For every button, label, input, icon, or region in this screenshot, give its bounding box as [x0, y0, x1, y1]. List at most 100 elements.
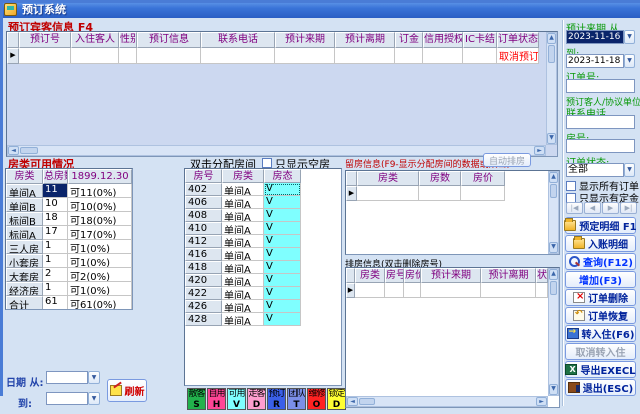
cell: 单间A [222, 300, 264, 313]
arranged-grid-hscrollbar[interactable]: ◄ ► [346, 396, 548, 407]
assign-row[interactable]: 406 单间A V [185, 196, 341, 209]
assign-row[interactable]: 416 单间A V [185, 248, 341, 261]
assign-row[interactable]: 426 单间A V [185, 300, 341, 313]
availability-row[interactable]: 三人房 1 可1(0%) [6, 240, 132, 254]
cell: 可1(0%) [68, 240, 132, 254]
add-label: 增加(F3) [579, 272, 622, 287]
availability-row[interactable]: 经济房 1 可1(0%) [6, 282, 132, 296]
hold-row[interactable] [346, 186, 559, 201]
cell [404, 283, 421, 298]
order-status-dropdown-button[interactable]: ▼ [624, 163, 635, 177]
brush-icon [110, 385, 122, 396]
arrive-from-field[interactable]: 2023-11-16 00:00:00 ▼ [566, 30, 635, 44]
arranged-grid-vscrollbar[interactable]: ▲ ▼ [548, 268, 559, 396]
date-to-field[interactable]: ▼ [46, 392, 100, 405]
col-phone: 联系电话 [201, 32, 275, 48]
room-no-input[interactable] [566, 139, 635, 153]
assign-row[interactable]: 422 单间A V [185, 287, 341, 300]
availability-row[interactable]: 合计 61 可61(0%) [6, 296, 132, 310]
col-room-type: 房类 [357, 171, 419, 186]
col-room-type: 房类 [222, 169, 264, 183]
nav-last-button[interactable]: ▶| [620, 202, 637, 214]
window-border-bottom [0, 0, 640, 3]
arrive-from-spin-button[interactable]: ▼ [624, 30, 635, 44]
cell: 410 [185, 222, 222, 235]
cell: 单间A [222, 287, 264, 300]
delete-order-button[interactable]: 订单删除 [565, 289, 636, 306]
legend-item: 散客 S [187, 388, 206, 410]
cell: 可1(0%) [68, 282, 132, 296]
add-button[interactable]: 增加(F3) [565, 271, 636, 288]
account-detail-button[interactable]: 入账明细 [565, 235, 636, 252]
cell: 426 [185, 300, 222, 313]
guest-grid-vscrollbar[interactable]: ▲ ▼ [546, 32, 557, 145]
cell: 418 [185, 261, 222, 274]
availability-row[interactable]: 标间A 17 可17(0%) [6, 226, 132, 240]
cell: 单间A [222, 222, 264, 235]
cell [19, 48, 71, 64]
assign-row[interactable]: 402 单间A V [185, 183, 341, 196]
assign-row[interactable]: 420 单间A V [185, 274, 341, 287]
nav-first-button[interactable]: |◀ [566, 202, 583, 214]
legend-name: 可用 [228, 389, 245, 400]
legend-name: 预订 [268, 389, 285, 400]
guest-grid-hscrollbar[interactable]: ◄ ► [7, 145, 546, 156]
col-room-price: 房价 [404, 268, 421, 283]
cell: 可18(0%) [68, 212, 132, 226]
exit-button[interactable]: 退出(ESC) [565, 379, 636, 396]
legend-code: R [268, 400, 285, 410]
cell: 可1(0%) [68, 254, 132, 268]
cell: 单间A [222, 209, 264, 222]
arrive-from-value: 2023-11-16 00:00:00 [566, 30, 624, 44]
legend-item: 预订 R [267, 388, 286, 410]
nav-next-button[interactable]: ▶ [602, 202, 619, 214]
guest-grid-row[interactable]: 取消预订 [7, 48, 557, 64]
cell: 单间A [6, 184, 43, 198]
date-from-field[interactable]: ▼ [46, 371, 100, 384]
restore-order-button[interactable]: 订单恢复 [565, 307, 636, 324]
order-status-combo[interactable]: 全部 ▼ [566, 163, 635, 177]
phone-input[interactable] [566, 115, 635, 129]
query-button[interactable]: 查询(F12) [565, 253, 636, 270]
cell [335, 48, 395, 64]
assign-row[interactable]: 408 单间A V [185, 209, 341, 222]
show-vacant-only-checkbox[interactable] [262, 158, 272, 168]
availability-row[interactable]: 标间B 18 可18(0%) [6, 212, 132, 226]
col-reservation-no: 预订号 [19, 32, 71, 48]
check-in-button[interactable]: 转入住(F6) [565, 325, 636, 342]
col-departure: 预计离期 [335, 32, 395, 48]
arrive-to-field[interactable]: 2023-11-18 00:00:00 ▼ [566, 54, 635, 68]
availability-row[interactable]: 单间A 11 可11(0%) [6, 184, 132, 198]
cell-room-state: V [264, 300, 301, 313]
arrive-to-spin-button[interactable]: ▼ [624, 54, 635, 68]
date-to-spin-button[interactable]: ▼ [88, 392, 100, 405]
cell: 422 [185, 287, 222, 300]
cell: 经济房 [6, 282, 43, 296]
assign-row[interactable]: 412 单间A V [185, 235, 341, 248]
assign-row[interactable]: 410 单间A V [185, 222, 341, 235]
cell: 可11(0%) [68, 184, 132, 198]
arranged-header: 房类 房号 房价 预计来期 预计离期 状态 [346, 268, 559, 283]
reservation-detail-button[interactable]: 预定明细 F1 [565, 217, 636, 234]
order-no-input[interactable] [566, 79, 635, 93]
refresh-button[interactable]: 刷新 [107, 379, 147, 402]
availability-row[interactable]: 单间B 10 可10(0%) [6, 198, 132, 212]
deposit-only-checkbox[interactable] [566, 193, 576, 203]
date-from-spin-button[interactable]: ▼ [88, 371, 100, 384]
availability-row[interactable]: 小套房 1 可1(0%) [6, 254, 132, 268]
legend-code: T [288, 400, 305, 410]
cell: 1 [43, 240, 68, 254]
auto-assign-button[interactable]: 自动排房 [483, 153, 531, 167]
assign-row[interactable]: 418 单间A V [185, 261, 341, 274]
availability-row[interactable]: 大套房 2 可2(0%) [6, 268, 132, 282]
col-arrival: 预计来期 [275, 32, 335, 48]
col-room-state: 房态 [264, 169, 301, 183]
date-from-label: 日期 从: [6, 374, 43, 389]
arranged-row[interactable] [346, 283, 559, 298]
show-all-orders-checkbox[interactable] [566, 181, 576, 191]
export-excel-button[interactable]: 导出EXECL [565, 361, 636, 378]
nav-prev-button[interactable]: ◀ [584, 202, 601, 214]
assign-row[interactable]: 428 单间A V [185, 313, 341, 326]
cancel-check-in-button[interactable]: 取消转入住 [565, 343, 636, 360]
hold-grid-vscrollbar[interactable]: ▲ ▼ [548, 171, 559, 254]
